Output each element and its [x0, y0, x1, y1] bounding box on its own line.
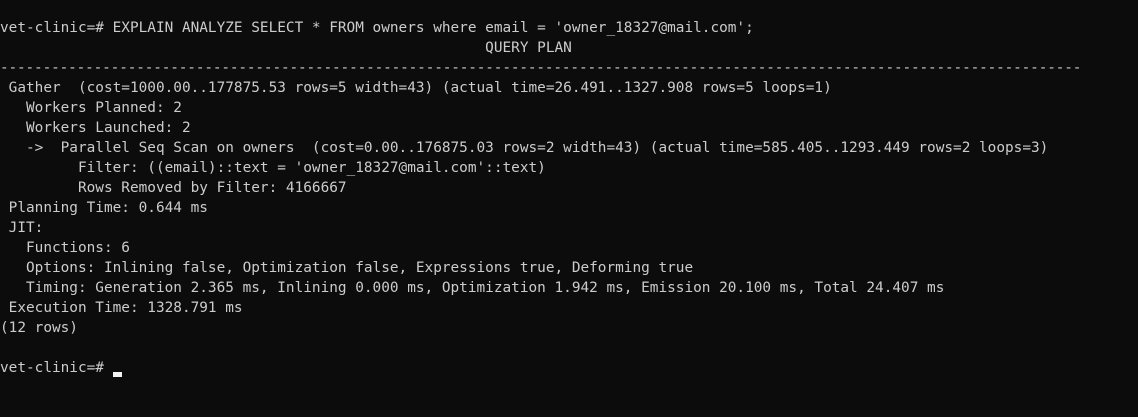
plan-line: Gather (cost=1000.00..177875.53 rows=5 w… [0, 80, 832, 96]
separator-line: ----------------------------------------… [0, 60, 1082, 76]
input-line[interactable]: vet-clinic=# [0, 358, 1138, 378]
row-count: (12 rows) [0, 320, 78, 336]
plan-line: JIT: [0, 220, 44, 236]
plan-line: Functions: 6 [0, 240, 130, 256]
text-cursor[interactable] [112, 371, 122, 377]
query-plan-header: QUERY PLAN [0, 40, 572, 56]
plan-output: Gather (cost=1000.00..177875.53 rows=5 w… [0, 78, 1138, 318]
terminal-window[interactable]: vet-clinic=# EXPLAIN ANALYZE SELECT * FR… [0, 0, 1138, 417]
command-line: vet-clinic=# EXPLAIN ANALYZE SELECT * FR… [0, 20, 754, 36]
plan-line: Planning Time: 0.644 ms [0, 200, 208, 216]
plan-line: Execution Time: 1328.791 ms [0, 300, 243, 316]
plan-line: -> Parallel Seq Scan on owners (cost=0.0… [0, 140, 1049, 156]
plan-line: Rows Removed by Filter: 4166667 [0, 180, 347, 196]
plan-line: Options: Inlining false, Optimization fa… [0, 260, 694, 276]
plan-line: Filter: ((email)::text = 'owner_18327@ma… [0, 160, 546, 176]
plan-line: Workers Launched: 2 [0, 120, 191, 136]
prompt-text: vet-clinic=# [0, 360, 113, 376]
plan-line: Workers Planned: 2 [0, 100, 182, 116]
plan-line: Timing: Generation 2.365 ms, Inlining 0.… [0, 280, 945, 296]
